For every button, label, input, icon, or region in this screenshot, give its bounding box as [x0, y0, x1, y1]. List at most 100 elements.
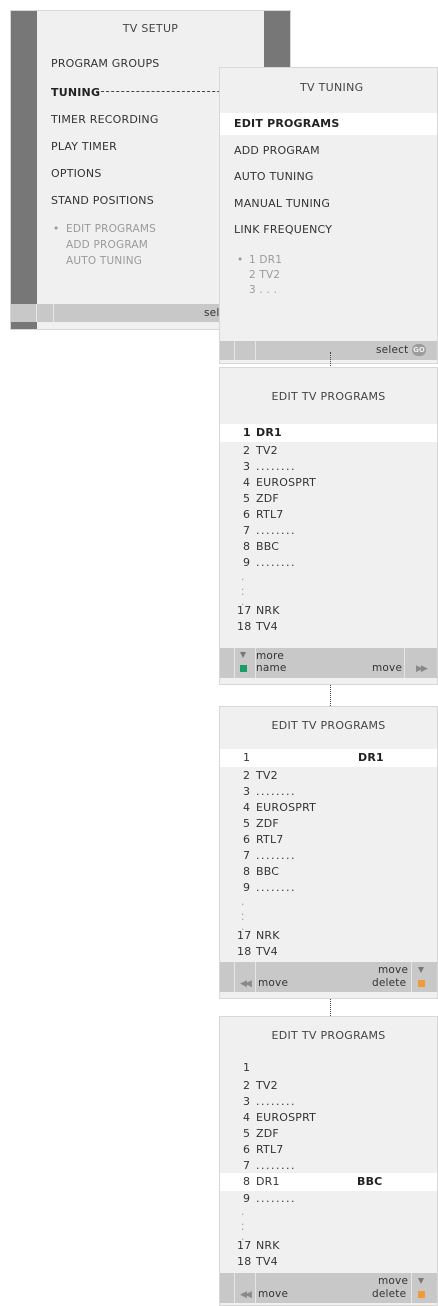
more-arrow-icon [240, 652, 246, 658]
program-number: 4 [243, 801, 251, 814]
down-arrow-icon [418, 1278, 424, 1284]
rewind-icon: ◀◀ [240, 979, 252, 989]
orange-button-icon [418, 980, 425, 987]
move-right-label: move [378, 964, 409, 976]
program-number: 18 [237, 945, 252, 958]
menu-item-add-program[interactable]: ADD PROGRAM [234, 144, 320, 157]
fast-forward-icon: ▶▶ [416, 664, 428, 674]
move-right-label: move [378, 1275, 409, 1287]
selected-row-highlight [220, 749, 437, 767]
menu-title: EDIT TV PROGRAMS [271, 390, 386, 403]
edit-programs-menu-3: EDIT TV PROGRAMS 1 2 TV2 3 . . . . . . .… [219, 1016, 438, 1306]
program-name[interactable]: . . . . . . . . [256, 1192, 294, 1205]
menu-item-timer-recording[interactable]: TIMER RECORDING [51, 113, 159, 126]
program-number: 7 [243, 524, 251, 537]
program-name[interactable]: RTL7 [256, 833, 284, 846]
program-name[interactable]: NRK [256, 929, 280, 942]
menu-item-link-frequency[interactable]: LINK FREQUENCY [234, 223, 332, 236]
program-name[interactable]: . . . . . . . . [256, 1095, 294, 1108]
program-name[interactable]: NRK [256, 604, 280, 617]
menu-title: TV TUNING [300, 81, 364, 94]
rewind-icon: ◀◀ [240, 1290, 252, 1300]
preview-bullet: • [237, 254, 244, 266]
program-name[interactable]: BBC [256, 540, 279, 553]
program-name[interactable]: RTL7 [256, 1143, 284, 1156]
menu-item-edit-programs[interactable]: EDIT PROGRAMS [234, 117, 339, 130]
program-name[interactable]: DR1 [256, 426, 282, 439]
menu-item-play-timer[interactable]: PLAY TIMER [51, 140, 117, 153]
program-name[interactable]: . . . . . . . . [256, 785, 294, 798]
program-number: 1 [243, 1061, 251, 1074]
program-number: 18 [237, 1255, 252, 1268]
move-label: move [372, 662, 403, 674]
program-name[interactable]: TV4 [256, 620, 278, 633]
program-name[interactable]: TV4 [256, 1255, 278, 1268]
program-number: 3 [243, 460, 251, 473]
program-name[interactable]: NRK [256, 1239, 280, 1252]
program-number: 5 [243, 1127, 251, 1140]
menu-item-options[interactable]: OPTIONS [51, 167, 102, 180]
menu-bottom-bar [220, 648, 437, 678]
program-number: 3 [243, 785, 251, 798]
program-number: 8 [243, 540, 251, 553]
edit-programs-menu-1: EDIT TV PROGRAMS 1 DR1 2 TV2 3 . . . . .… [219, 367, 438, 685]
program-number: 8 [243, 865, 251, 878]
menu-title: EDIT TV PROGRAMS [271, 719, 386, 732]
delete-label: delete [372, 977, 407, 989]
menu-item-auto-tuning[interactable]: AUTO TUNING [234, 170, 314, 183]
edit-programs-menu-2: EDIT TV PROGRAMS 1 DR1 2 TV2 3 . . . . .… [219, 706, 438, 999]
submenu-bullet: • [53, 223, 60, 235]
submenu-preview-add-program: ADD PROGRAM [66, 239, 149, 251]
program-name[interactable]: DR1 [256, 1175, 280, 1188]
program-name[interactable]: EUROSPRT [256, 476, 316, 489]
program-number: 7 [243, 849, 251, 862]
program-name[interactable]: . . . . . . . . [256, 460, 294, 473]
program-name[interactable]: . . . . . . . . [256, 881, 294, 894]
program-number: 9 [243, 1192, 251, 1205]
program-number: 9 [243, 881, 251, 894]
preview-line: 1 DR1 [249, 254, 283, 266]
program-name[interactable]: ZDF [256, 492, 279, 505]
menu-title: EDIT TV PROGRAMS [271, 1029, 386, 1042]
orange-button-icon [418, 1291, 425, 1298]
submenu-preview-auto-tuning: AUTO TUNING [66, 255, 143, 267]
moving-program-name[interactable]: DR1 [358, 751, 384, 764]
program-name[interactable]: . . . . . . . . [256, 556, 294, 569]
program-name[interactable]: . . . . . . . . [256, 849, 294, 862]
program-number: 17 [237, 604, 252, 617]
program-name[interactable]: BBC [256, 865, 279, 878]
program-name[interactable]: ZDF [256, 1127, 279, 1140]
preview-line: 3 . . . [249, 284, 278, 296]
side-band-left [11, 11, 37, 329]
program-name[interactable]: . . . . . . . . [256, 1159, 294, 1172]
more-label: more [256, 650, 284, 662]
program-number: 3 [243, 1095, 251, 1108]
program-number: 6 [243, 833, 251, 846]
program-number: 6 [243, 508, 251, 521]
program-name[interactable]: TV2 [256, 444, 278, 457]
selected-row-highlight [220, 1173, 437, 1191]
go-button-icon: GO [412, 344, 426, 356]
moving-program-name[interactable]: BBC [357, 1175, 382, 1188]
program-name[interactable]: RTL7 [256, 508, 284, 521]
program-number: 5 [243, 817, 251, 830]
menu-item-tuning[interactable]: TUNING [51, 86, 100, 99]
move-left-label: move [258, 977, 289, 989]
program-number: 17 [237, 929, 252, 942]
move-left-label: move [258, 1288, 289, 1300]
program-name[interactable]: EUROSPRT [256, 801, 316, 814]
program-name[interactable]: ZDF [256, 817, 279, 830]
program-number: 4 [243, 476, 251, 489]
program-name[interactable]: EUROSPRT [256, 1111, 316, 1124]
selected-row-highlight [220, 424, 437, 442]
select-label: select [376, 344, 409, 356]
menu-item-stand-positions[interactable]: STAND POSITIONS [51, 194, 154, 207]
down-arrow-icon [418, 967, 424, 973]
program-name[interactable]: TV2 [256, 1079, 278, 1092]
program-name[interactable]: TV2 [256, 769, 278, 782]
menu-item-program-groups[interactable]: PROGRAM GROUPS [51, 57, 159, 70]
program-number: 5 [243, 492, 251, 505]
program-name[interactable]: TV4 [256, 945, 278, 958]
menu-item-manual-tuning[interactable]: MANUAL TUNING [234, 197, 330, 210]
program-name[interactable]: . . . . . . . . [256, 524, 294, 537]
